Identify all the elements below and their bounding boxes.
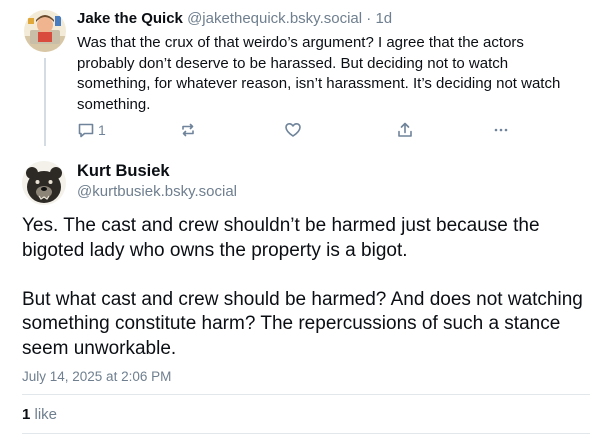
post-author-name[interactable]: Kurt Busiek [77,162,170,181]
like-button[interactable] [284,118,302,142]
reply-author-name[interactable]: Jake the Quick [77,10,183,27]
reply-icon [78,123,94,138]
more-options-button[interactable] [492,118,510,142]
reply-author-handle[interactable]: @jakethequick.bsky.social [187,10,362,27]
post-body-text: Yes. The cast and crew shouldn’t be harm… [22,214,597,361]
reply-body-text: Was that the crux of that weirdo’s argum… [77,34,561,113]
repost-icon [182,123,194,137]
like-count-link[interactable]: 1 like [22,406,57,423]
reply-button[interactable]: 1 [77,118,106,142]
cartoon-avatar-image [24,10,66,52]
reply-header: Jake the Quick @jakethequick.bsky.social… [77,10,392,27]
post-paragraph: Yes. The cast and crew shouldn’t be harm… [22,215,540,261]
header-separator: · [366,10,372,27]
like-heart-icon [285,123,301,137]
share-icon [398,122,412,137]
post-timestamp[interactable]: July 14, 2025 at 2:06 PM [22,369,171,384]
post-author-handle[interactable]: @kurtbusiek.bsky.social [77,183,237,200]
like-count: 1 [22,406,31,423]
divider [22,433,590,434]
bear-drawing-avatar-image [22,161,66,205]
reply-author-avatar[interactable] [24,10,66,52]
reply-count: 1 [98,122,106,138]
repost-button[interactable] [179,118,197,142]
like-label: like [34,406,58,423]
post-paragraph: But what cast and crew should be harmed?… [22,288,583,359]
post-author-avatar[interactable] [22,161,66,205]
divider [22,394,590,395]
share-button[interactable] [396,118,414,142]
reply-time-ago[interactable]: 1d [375,10,392,27]
reply-action-bar: 1 [0,118,609,142]
more-icon [494,128,508,132]
